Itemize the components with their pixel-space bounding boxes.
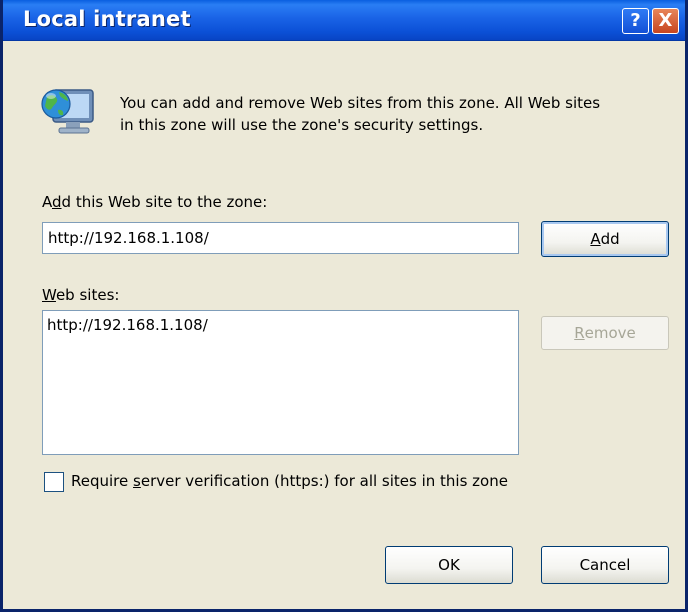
close-button[interactable]: X [652, 8, 679, 34]
web-sites-label: Web sites: [42, 286, 119, 304]
web-sites-list[interactable]: http://192.168.1.108/ [42, 310, 519, 455]
add-button-label: dd [600, 230, 620, 248]
help-button[interactable]: ? [622, 8, 649, 34]
require-https-label-pre: Require [71, 472, 134, 490]
add-site-label: Add this Web site to the zone: [42, 193, 267, 211]
zone-description-line-2: in this zone will use the zone's securit… [120, 116, 484, 134]
remove-button-mnemonic: R [574, 324, 585, 342]
add-button-mnemonic: A [590, 230, 601, 248]
list-item[interactable]: http://192.168.1.108/ [43, 311, 518, 339]
cancel-button[interactable]: Cancel [541, 546, 669, 584]
local-intranet-monitor-globe-icon [41, 89, 94, 134]
require-https-label[interactable]: Require server verification (https:) for… [71, 472, 508, 490]
help-icon: ? [630, 10, 641, 31]
require-https-label-mnemonic: s [133, 472, 141, 490]
add-site-input[interactable] [42, 222, 519, 254]
zone-description: You can add and remove Web sites from th… [120, 92, 680, 136]
require-https-checkbox[interactable] [44, 472, 64, 492]
remove-button[interactable]: Remove [541, 316, 669, 350]
local-intranet-dialog: Local intranet ? X You can add and remov… [0, 0, 688, 612]
web-sites-label-mnemonic: W [42, 286, 56, 304]
ok-button[interactable]: OK [385, 546, 513, 584]
add-site-label-pre: A [42, 193, 52, 211]
window-title: Local intranet [23, 7, 191, 31]
add-button[interactable]: Add [541, 221, 669, 257]
require-https-label-post: erver verification (https:) for all site… [140, 472, 508, 490]
add-site-label-post: d this Web site to the zone: [61, 193, 268, 211]
remove-button-label: emove [584, 324, 636, 342]
close-icon: X [658, 10, 673, 31]
add-site-label-mnemonic: d [52, 193, 62, 211]
web-sites-label-post: eb sites: [55, 286, 120, 304]
zone-description-line-1: You can add and remove Web sites from th… [120, 94, 601, 112]
title-bar[interactable]: Local intranet ? X [3, 0, 685, 41]
